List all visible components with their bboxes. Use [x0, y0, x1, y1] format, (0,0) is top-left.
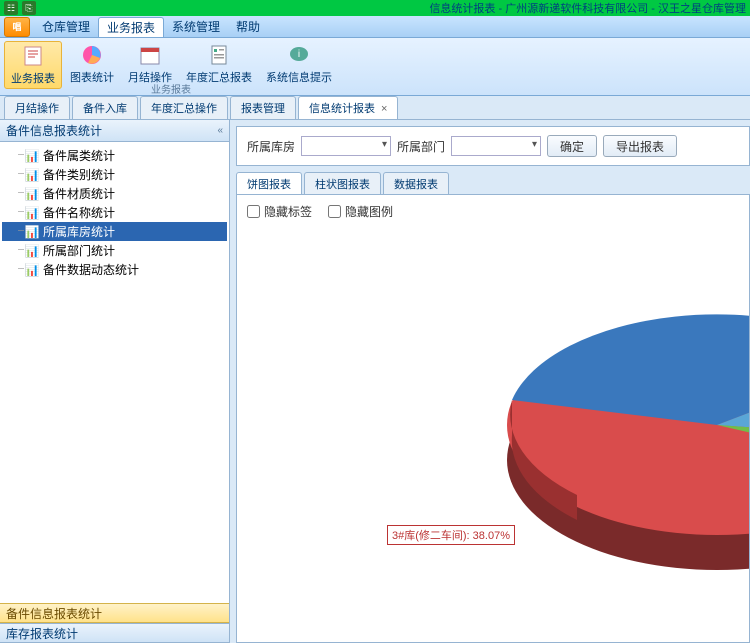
close-icon[interactable]: ×	[381, 103, 387, 115]
svg-text:i: i	[298, 49, 300, 60]
chart-options: 隐藏标签 隐藏图例	[247, 203, 739, 220]
app-menu-button[interactable]: 唱	[4, 17, 30, 37]
menubar: 唱 仓库管理 业务报表 系统管理 帮助	[0, 16, 750, 38]
bar-chart-icon: 📊	[25, 149, 39, 163]
chart-tab-pie[interactable]: 饼图报表	[236, 172, 302, 194]
ribbon-group-reports: 业务报表 图表统计 月结操作 年度汇总报表 i 系统信息提示 业务报表	[4, 41, 338, 95]
bar-chart-icon: 📊	[25, 187, 39, 201]
annual-report-icon	[207, 43, 231, 67]
bar-chart-icon: 📊	[25, 206, 39, 220]
doc-tab-monthly[interactable]: 月结操作	[4, 96, 70, 119]
qat-icon[interactable]: ⎘	[22, 1, 36, 15]
filter-dept-dropdown[interactable]	[451, 136, 541, 156]
ribbon-btn-sysinfo[interactable]: i 系统信息提示	[260, 41, 338, 89]
bar-chart-icon: 📊	[25, 225, 39, 239]
tree: ┄📊备件属类统计 ┄📊备件类别统计 ┄📊备件材质统计 ┄📊备件名称统计 ┄📊所属…	[0, 142, 229, 603]
hide-labels-checkbox[interactable]: 隐藏标签	[247, 203, 312, 220]
doc-tab-inbound[interactable]: 备件入库	[72, 96, 138, 119]
titlebar: ☷ ⎘ 信息统计报表 - 广州源新递软件科技有限公司 - 汉王之星仓库管理	[0, 0, 750, 16]
bar-chart-icon: 📊	[25, 244, 39, 258]
export-button[interactable]: 导出报表	[603, 135, 677, 157]
menu-warehouse[interactable]: 仓库管理	[34, 17, 98, 37]
filter-bar: 所属库房 所属部门 确定 导出报表	[236, 126, 750, 166]
chart-area: 饼图报表 柱状图报表 数据报表 隐藏标签 隐藏图例	[236, 172, 750, 643]
document-tabs: 月结操作 备件入库 年度汇总操作 报表管理 信息统计报表×	[0, 96, 750, 120]
ribbon-group-label: 业务报表	[151, 81, 191, 96]
chart-tab-data[interactable]: 数据报表	[383, 172, 449, 194]
report-icon	[21, 44, 45, 68]
main-area: 所属库房 所属部门 确定 导出报表 饼图报表 柱状图报表 数据报表 隐藏标签 隐…	[230, 120, 750, 643]
tree-item-material-stats[interactable]: ┄📊备件材质统计	[2, 184, 227, 203]
ribbon-btn-biz-report[interactable]: 业务报表	[4, 41, 62, 89]
tree-item-dynamic-stats[interactable]: ┄📊备件数据动态统计	[2, 260, 227, 279]
tree-item-warehouse-stats[interactable]: ┄📊所属库房统计	[2, 222, 227, 241]
pie-icon	[80, 43, 104, 67]
tree-item-category-stats[interactable]: ┄📊备件类别统计	[2, 165, 227, 184]
pie-chart: 3#库(修二车间): 38.07%	[417, 245, 750, 643]
sidebar-panel-header: 备件信息报表统计 «	[0, 120, 229, 142]
tree-item-attr-stats[interactable]: ┄📊备件属类统计	[2, 146, 227, 165]
hide-legend-checkbox[interactable]: 隐藏图例	[328, 203, 393, 220]
bar-chart-icon: 📊	[25, 263, 39, 277]
ribbon-btn-chart-stats[interactable]: 图表统计	[64, 41, 120, 89]
filter-label-dept: 所属部门	[397, 138, 445, 155]
bottom-panel-stock-stats[interactable]: 库存报表统计	[0, 623, 229, 643]
doc-tab-report-mgmt[interactable]: 报表管理	[230, 96, 296, 119]
tree-item-dept-stats[interactable]: ┄📊所属部门统计	[2, 241, 227, 260]
menu-help[interactable]: 帮助	[228, 17, 268, 37]
chart-panel: 隐藏标签 隐藏图例 3#库(修二车间): 38.	[236, 194, 750, 643]
chart-tab-bar[interactable]: 柱状图报表	[304, 172, 381, 194]
collapse-icon[interactable]: «	[217, 125, 223, 136]
bottom-panel-parts-stats[interactable]: 备件信息报表统计	[0, 603, 229, 623]
chart-tabs: 饼图报表 柱状图报表 数据报表	[236, 172, 750, 194]
filter-label-warehouse: 所属库房	[247, 138, 295, 155]
app-icon: ☷	[4, 1, 18, 15]
sidebar-bottom-panels: 备件信息报表统计 库存报表统计	[0, 603, 229, 643]
doc-tab-annual[interactable]: 年度汇总操作	[140, 96, 228, 119]
filter-warehouse-dropdown[interactable]	[301, 136, 391, 156]
ok-button[interactable]: 确定	[547, 135, 597, 157]
window-title: 信息统计报表 - 广州源新递软件科技有限公司 - 汉王之星仓库管理	[429, 0, 746, 16]
doc-tab-stats-report[interactable]: 信息统计报表×	[298, 96, 398, 119]
tree-item-name-stats[interactable]: ┄📊备件名称统计	[2, 203, 227, 222]
ribbon: 业务报表 图表统计 月结操作 年度汇总报表 i 系统信息提示 业务报表	[0, 38, 750, 96]
menu-reports[interactable]: 业务报表	[98, 17, 164, 37]
bar-chart-icon: 📊	[25, 168, 39, 182]
pie-slice-label: 3#库(修二车间): 38.07%	[387, 525, 515, 545]
calendar-icon	[138, 43, 162, 67]
info-bubble-icon: i	[287, 43, 311, 67]
menu-system[interactable]: 系统管理	[164, 17, 228, 37]
workspace: 备件信息报表统计 « ┄📊备件属类统计 ┄📊备件类别统计 ┄📊备件材质统计 ┄📊…	[0, 120, 750, 643]
ribbon-btn-annual[interactable]: 年度汇总报表	[180, 41, 258, 89]
sidebar: 备件信息报表统计 « ┄📊备件属类统计 ┄📊备件类别统计 ┄📊备件材质统计 ┄📊…	[0, 120, 230, 643]
